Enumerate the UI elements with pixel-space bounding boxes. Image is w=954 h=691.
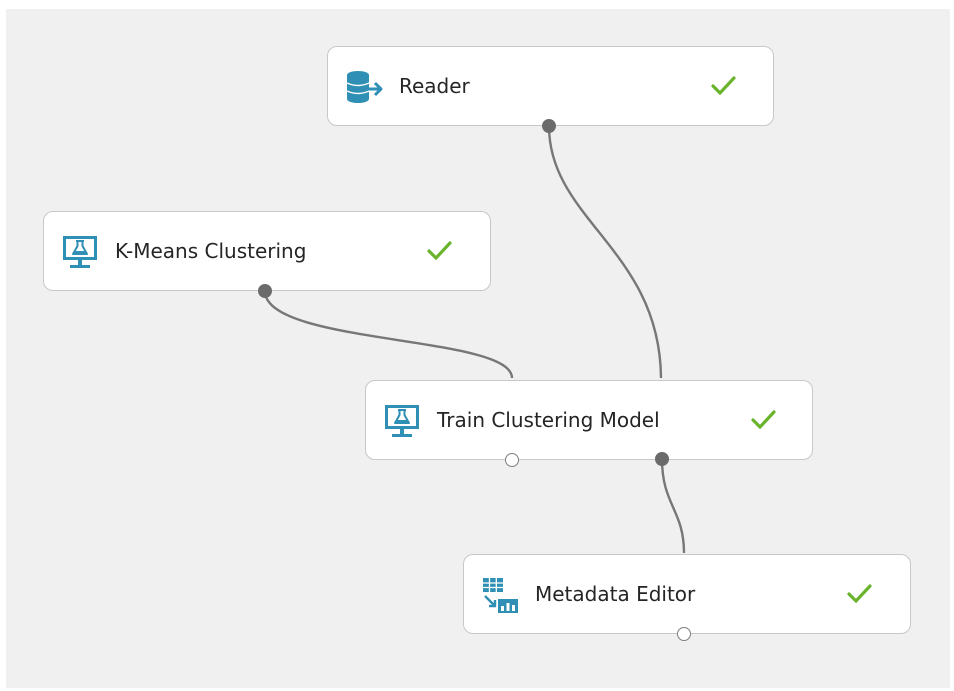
- module-metadata-editor[interactable]: Metadata Editor: [463, 554, 911, 634]
- module-kmeans-clustering[interactable]: K-Means Clustering: [43, 211, 491, 291]
- checkmark-icon: [751, 410, 776, 430]
- flask-monitor-icon: [63, 236, 97, 268]
- metadata-output-port[interactable]: [677, 627, 691, 641]
- checkmark-icon: [847, 584, 872, 604]
- module-label: K-Means Clustering: [115, 239, 307, 263]
- database-arrow-icon: [346, 71, 383, 103]
- kmeans-output-port[interactable]: [258, 284, 272, 298]
- module-label: Reader: [399, 74, 470, 98]
- train-output-port-2[interactable]: [655, 452, 669, 466]
- flask-monitor-icon: [385, 405, 419, 437]
- reader-output-port[interactable]: [542, 119, 556, 133]
- module-label: Metadata Editor: [535, 582, 696, 606]
- train-output-port-1[interactable]: [505, 453, 519, 467]
- module-reader[interactable]: Reader: [327, 46, 774, 126]
- checkmark-icon: [427, 241, 452, 261]
- module-label: Train Clustering Model: [437, 408, 660, 432]
- checkmark-icon: [711, 76, 736, 96]
- table-chart-icon: [483, 578, 518, 613]
- module-train-clustering-model[interactable]: Train Clustering Model: [365, 380, 813, 460]
